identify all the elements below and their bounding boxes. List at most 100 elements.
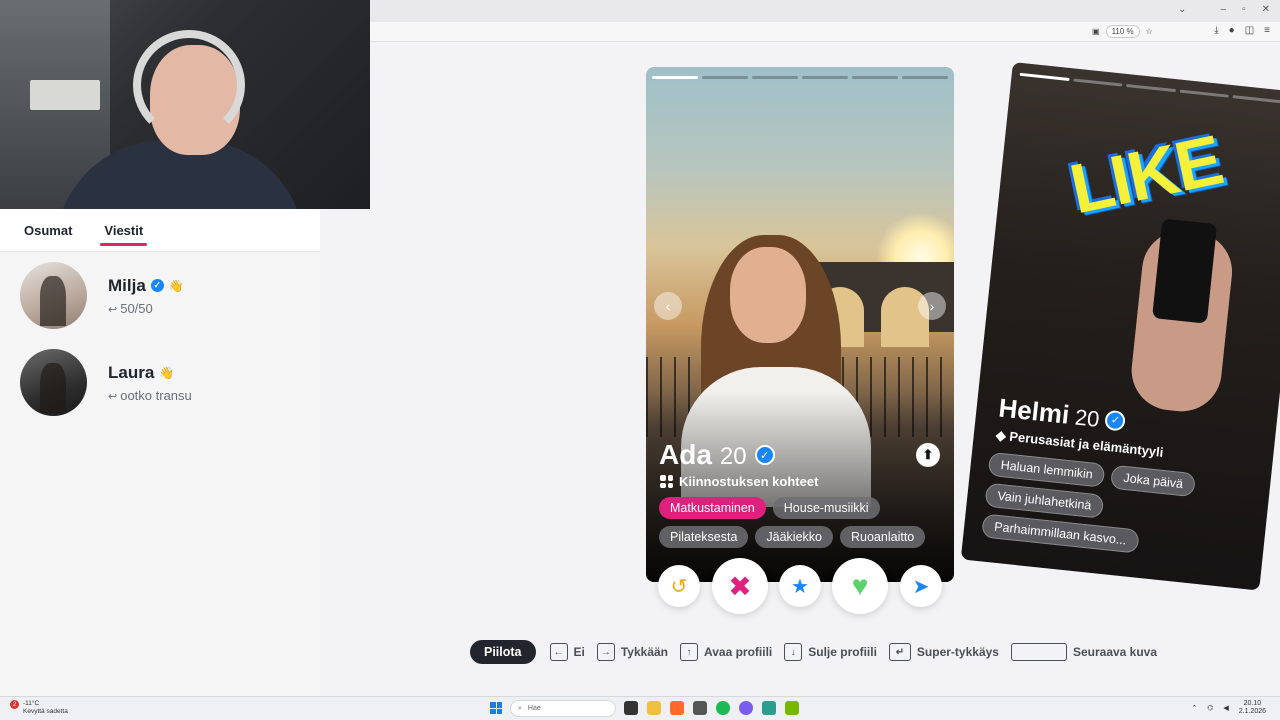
interest-chip: House-musiikki — [772, 497, 880, 519]
messenger-icon[interactable] — [739, 701, 753, 715]
hint-open-profile: ↑ Avaa profiili — [680, 643, 772, 661]
app-icon[interactable] — [762, 701, 776, 715]
hint-label: Seuraava kuva — [1072, 645, 1158, 659]
lifestyle-chip: Joka päivä — [1110, 464, 1197, 498]
profile-age: 20 — [719, 443, 747, 470]
interest-chips: Matkustaminen House-musiikki Pilateksest… — [659, 497, 949, 548]
boost-button[interactable]: ➤ — [900, 565, 942, 607]
bookmark-star-icon[interactable]: ☆ — [1146, 27, 1153, 36]
firefox-icon[interactable] — [670, 701, 684, 715]
rewind-button[interactable]: ↺ — [658, 565, 700, 607]
reply-icon: ↩ — [108, 303, 118, 316]
nope-button[interactable]: ✖ — [712, 558, 768, 614]
windows-start-icon[interactable] — [490, 702, 502, 714]
lifestyle-chip: Vain juhlahetkinä — [984, 482, 1105, 519]
profile-title: Ada 20 ✓ — [659, 439, 775, 471]
lifestyle-chip: Haluan lemmikin — [987, 451, 1106, 488]
right-arrow-key-icon: → — [596, 643, 615, 661]
menu-icon[interactable]: ≡ — [1264, 25, 1270, 36]
super-like-button[interactable]: ★ — [779, 565, 821, 607]
down-arrow-key-icon: ↓ — [784, 643, 803, 661]
like-button[interactable]: ♥ — [832, 558, 888, 614]
lifestyle-chips: Haluan lemmikin Joka päivä Vain juhlahet… — [981, 451, 1268, 567]
message-item-laura[interactable]: Laura 👋 ↩ ootko transu — [20, 349, 192, 416]
interest-chip: Matkustaminen — [659, 497, 766, 519]
photo-progress-segment — [1126, 83, 1176, 93]
photo-progress-segment — [652, 76, 698, 79]
tab-messages[interactable]: Viestit — [100, 219, 147, 246]
hint-like: → Tykkään — [596, 643, 668, 661]
wave-icon: 👋 — [168, 278, 184, 293]
message-item-milja[interactable]: Milja ✓ 👋 ↩ 50/50 — [20, 262, 184, 329]
network-icon[interactable]: ⌬ — [1207, 704, 1213, 712]
interests-icon — [660, 475, 673, 488]
profile-icon[interactable]: ● — [1229, 25, 1235, 36]
search-placeholder: Hae — [527, 705, 541, 712]
clock-date: 2.1.2026 — [1238, 708, 1266, 715]
clock[interactable]: 20.10 2.1.2026 — [1239, 700, 1266, 716]
open-profile-icon[interactable]: ⬆ — [916, 443, 940, 467]
photo-progress-segment — [852, 76, 898, 79]
left-arrow-key-icon: ← — [549, 643, 568, 661]
enter-key-icon: ↵ — [888, 643, 911, 661]
zoom-indicator: ▣ 110 % ☆ — [1092, 25, 1153, 38]
reader-icon[interactable]: ▣ — [1092, 27, 1100, 36]
previous-photo-icon[interactable]: ‹ — [654, 292, 682, 320]
up-arrow-key-icon: ↑ — [680, 643, 698, 661]
message-name: Laura — [108, 362, 155, 382]
tab-matches[interactable]: Osumat — [24, 219, 72, 242]
next-profile-name: Helmi — [997, 392, 1071, 430]
avatar — [20, 262, 87, 329]
download-icon[interactable]: ⤓ — [1214, 25, 1218, 36]
photo-phone — [1152, 218, 1218, 324]
spotify-icon[interactable] — [716, 701, 730, 715]
hint-next-photo: Seuraava kuva — [1010, 643, 1158, 661]
app-icon[interactable] — [693, 701, 707, 715]
photo-progress-segment — [702, 76, 748, 79]
task-view-icon[interactable] — [624, 701, 638, 715]
next-profile-age: 20 — [1073, 404, 1101, 432]
chevron-down-icon[interactable]: ⌄ — [1178, 4, 1186, 15]
zoom-level[interactable]: 110 % — [1105, 25, 1140, 38]
hint-super-like: ↵ Super-tykkäys — [888, 643, 999, 661]
interests-title: Kiinnostuksen kohteet — [679, 474, 819, 489]
heart-icon: ♥ — [851, 570, 869, 601]
file-explorer-icon[interactable] — [647, 701, 661, 715]
system-tray: ⌃ ⌬ ◀ 20.10 2.1.2026 — [1191, 700, 1266, 716]
swipe-actions: ↺ ✖ ★ ♥ ➤ — [658, 558, 942, 614]
verified-icon: ✓ — [1104, 409, 1127, 432]
next-photo-icon[interactable]: › — [918, 292, 946, 320]
hint-close-profile: ↓ Sulje profiili — [784, 643, 877, 661]
photo-progress-segment — [1179, 89, 1230, 98]
rewind-icon: ↺ — [670, 575, 688, 598]
hide-hints-button[interactable]: Piilota — [470, 640, 536, 664]
weather-widget[interactable]: 2 -11°C Kevyttä sadetta — [10, 700, 68, 716]
sidebar-tabs: Osumat Viestit — [0, 209, 320, 252]
headset — [133, 30, 245, 140]
maximize-button[interactable]: ▫ — [1242, 4, 1246, 15]
photo-progress-segment — [1019, 72, 1070, 81]
profile-name: Ada — [659, 439, 712, 470]
browser-toolbar: ⤓ ● ◫ ≡ — [1214, 25, 1270, 36]
keyboard-hints: Piilota ← Ei → Tykkään ↑ Avaa profiili ↓ Sul… — [470, 640, 1169, 664]
photo-progress-segment — [1232, 95, 1280, 104]
interests-heading: Kiinnostuksen kohteet — [660, 474, 818, 489]
hint-label: Ei — [573, 645, 585, 659]
webcam-shelf — [30, 80, 100, 110]
taskbar-search[interactable]: ⌕ Hae — [510, 700, 616, 717]
nvidia-icon[interactable] — [785, 701, 799, 715]
hint-label: Tykkään — [620, 645, 668, 659]
extensions-icon[interactable]: ◫ — [1245, 25, 1254, 36]
chevron-up-icon[interactable]: ⌃ — [1191, 704, 1197, 712]
minimize-button[interactable]: – — [1221, 4, 1227, 15]
volume-icon[interactable]: ◀ — [1223, 704, 1228, 712]
photo-progress — [652, 76, 948, 79]
temperature: -11°C — [23, 700, 40, 707]
notification-badge: 2 — [10, 700, 19, 709]
close-button[interactable]: ✕ — [1262, 4, 1270, 15]
lifestyle-chip: Parhaimmillaan kasvo... — [981, 513, 1140, 554]
next-profile-card[interactable]: LIKE Helmi 20 ✓ ◆ Perusasiat ja elämänty… — [960, 62, 1280, 591]
interest-chip: Jääkiekko — [755, 526, 833, 548]
matches-sidebar: Osumat Viestit Milja ✓ 👋 ↩ 50/50 Laura 👋 … — [0, 209, 320, 696]
profile-card[interactable]: ‹ › Ada 20 ✓ ⬆ Kiinnostuksen kohteet Mat… — [646, 67, 954, 582]
